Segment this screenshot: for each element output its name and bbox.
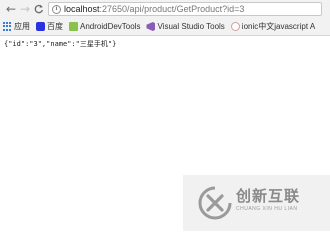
url-path: :27650/api/product/GetProduct?id=3 [99,4,245,14]
baidu-icon [36,22,45,31]
chuangxin-logo-icon [198,186,232,220]
info-icon[interactable]: i [52,4,61,14]
watermark-title: 创新互联 [236,187,301,205]
forward-button[interactable]: → [18,2,32,16]
bookmark-androiddevtools[interactable]: AndroidDevTools [69,22,140,31]
json-response-text: {"id":"3","name":"三星手机"} [4,40,117,48]
visual-studio-icon [146,22,156,31]
reload-button[interactable] [32,2,46,16]
bookmark-label: ionic中文javascript A [241,22,316,31]
bookmarks-bar: 应用 百度 AndroidDevTools Visual Studio Tool… [0,18,330,36]
bookmark-label: 百度 [47,22,63,31]
toolbar-edge [323,0,330,18]
bookmark-visual-studio-tools[interactable]: Visual Studio Tools [146,22,225,31]
apps-grid-icon [3,22,12,31]
bookmark-apps[interactable]: 应用 [3,21,30,32]
bookmark-baidu[interactable]: 百度 [36,21,63,32]
android-icon [69,22,78,31]
bookmark-label: AndroidDevTools [80,22,141,31]
ionic-icon [230,22,240,31]
bookmark-ionic[interactable]: ionic中文javascript A [230,21,316,32]
watermark: 创新互联 CHUANG XIN HU LIAN [183,175,330,231]
back-button[interactable]: ← [4,2,18,16]
bookmark-label: Visual Studio Tools [157,22,225,31]
browser-toolbar: ← → i localhost:27650/api/product/GetPro… [0,0,330,18]
url-host: localhost [64,4,100,14]
watermark-subtitle: CHUANG XIN HU LIAN [236,206,298,212]
reload-icon [34,4,44,14]
address-bar[interactable]: i localhost:27650/api/product/GetProduct… [48,2,322,16]
bookmark-label: 应用 [14,22,30,31]
